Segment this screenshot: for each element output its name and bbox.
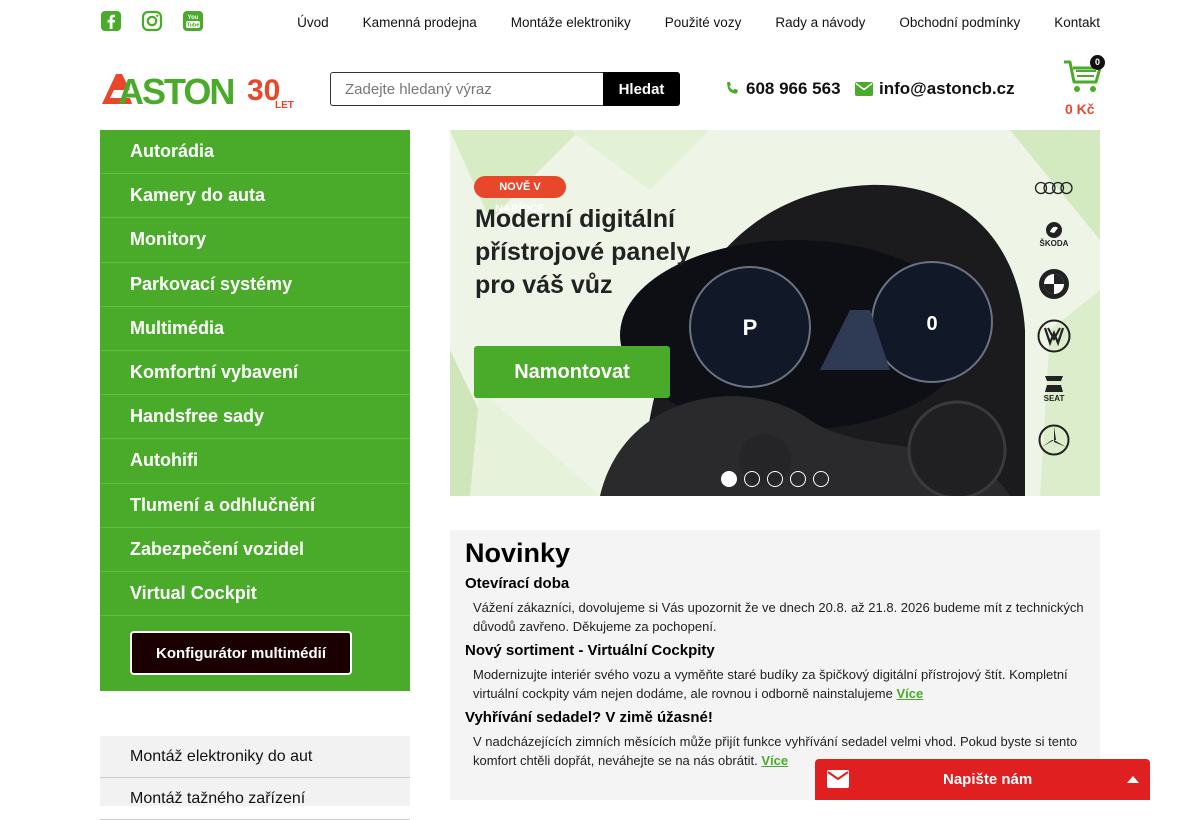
logo-anniversary-label: LET <box>275 100 294 110</box>
menu-item-tlumeni[interactable]: Tlumení a odhlučnění <box>100 484 410 528</box>
news-item-title: Nový sortiment - Virtuální Cockpity <box>465 642 715 659</box>
menu-item-autoradia[interactable]: Autorádia <box>100 130 410 175</box>
chat-label: Napište nám <box>943 771 1033 788</box>
email-address: info@astoncb.cz <box>879 79 1015 98</box>
slide-dot-1[interactable] <box>721 471 737 487</box>
news-item-title: Vyhřívání sedadel? V zimě úžasné! <box>465 709 713 726</box>
menu-item-zabezpeceni[interactable]: Zabezpečení vozidel <box>100 528 410 572</box>
chat-widget[interactable]: Napište nám <box>815 759 1150 800</box>
svg-text:0: 0 <box>926 313 937 335</box>
nav-pouzite-vozy[interactable]: Použité vozy <box>665 15 742 30</box>
cart-total[interactable]: 0 Kč <box>1065 101 1095 117</box>
nav-kamenna-prodejna[interactable]: Kamenná prodejna <box>363 15 477 30</box>
search-button[interactable]: Hledat <box>603 72 680 106</box>
new-offer-tag: NOVĚ V NABÍDCE <box>474 176 566 215</box>
svg-text:Tube: Tube <box>187 23 200 29</box>
phone-icon <box>727 81 738 94</box>
multimedia-configurator-button[interactable]: Konfigurátor multimédií <box>130 631 352 675</box>
svg-text:P: P <box>743 315 758 340</box>
instagram-icon[interactable] <box>141 10 163 32</box>
promo-banner[interactable]: P 0 NOVĚ V NABÍDCE Moderní digitální pří… <box>450 130 1100 496</box>
phone-number: 608 966 563 <box>746 79 841 98</box>
news-item-title: Otevírací doba <box>465 575 570 592</box>
menu-item-parkovaci-systemy[interactable]: Parkovací systémy <box>100 263 410 307</box>
cart-count-badge: 0 <box>1090 55 1105 70</box>
phone-contact[interactable]: 608 966 563 <box>724 79 841 99</box>
slide-dot-2[interactable] <box>744 471 760 487</box>
envelope-icon <box>827 770 849 788</box>
menu-item-handsfree-sady[interactable]: Handsfree sady <box>100 395 410 440</box>
chevron-up-icon[interactable] <box>1126 774 1140 784</box>
seat-logo-icon: SEAT <box>1032 368 1076 408</box>
skoda-label: ŠKODA <box>1039 238 1069 248</box>
banner-headline: Moderní digitální přístrojové panely pro… <box>475 205 691 299</box>
menu-item-komfortni-vybaveni[interactable]: Komfortní vybavení <box>100 351 410 396</box>
menu-item-autohifi[interactable]: Autohifi <box>100 439 410 484</box>
menu-item-multimedia[interactable]: Multimédia <box>100 307 410 351</box>
top-bar: You Tube Úvod Kamenná prodejna Montáže e… <box>0 0 1200 46</box>
bmw-logo-icon <box>1032 264 1076 304</box>
read-more-link[interactable]: Více <box>896 686 923 701</box>
news-title: Novinky <box>465 538 571 568</box>
news-item-text: Vážení zákazníci, dovolujeme si Vás upoz… <box>465 598 1085 636</box>
menu-item-montaz-tazneho[interactable]: Montáž tažného zařízení <box>100 778 410 820</box>
nav-uvod[interactable]: Úvod <box>297 15 329 30</box>
news-item-text: Modernizujte interiér svého vozu a vyměň… <box>465 665 1085 703</box>
news-item-body: Vážení zákazníci, dovolujeme si Vás upoz… <box>473 600 1084 634</box>
slide-dot-4[interactable] <box>790 471 806 487</box>
menu-item-monitory[interactable]: Monitory <box>100 218 410 263</box>
menu-item-kamery-do-auta[interactable]: Kamery do auta <box>100 174 410 219</box>
read-more-link[interactable]: Více <box>761 753 788 768</box>
svg-text:You: You <box>188 15 199 21</box>
category-menu: Autorádia Kamery do auta Monitory Parkov… <box>100 130 410 691</box>
search-bar: Hledat <box>330 72 680 106</box>
mercedes-logo-icon <box>1032 420 1076 460</box>
slide-dot-3[interactable] <box>767 471 783 487</box>
menu-item-virtual-cockpit[interactable]: Virtual Cockpit <box>100 572 410 617</box>
youtube-icon[interactable]: You Tube <box>182 10 204 32</box>
logo-text: ASTON <box>118 71 233 110</box>
nav-montaze-elektroniky[interactable]: Montáže elektroniky <box>511 15 631 30</box>
facebook-icon[interactable] <box>100 10 122 32</box>
nav-kontakt[interactable]: Kontakt <box>1054 15 1100 30</box>
menu-item-montaz-elektroniky[interactable]: Montáž elektroniky do aut <box>100 736 410 778</box>
seat-label: SEAT <box>1043 393 1065 403</box>
email-contact[interactable]: info@astoncb.cz <box>855 79 1015 99</box>
news-item-body: Modernizujte interiér svého vozu a vyměň… <box>473 667 1068 701</box>
nav-obchodni-podminky[interactable]: Obchodní podmínky <box>899 15 1020 30</box>
slide-dot-5[interactable] <box>813 471 829 487</box>
envelope-icon <box>855 82 873 96</box>
social-links: You Tube <box>100 10 204 32</box>
audi-logo-icon <box>1032 168 1076 208</box>
volkswagen-logo-icon <box>1032 316 1076 356</box>
top-navigation: Úvod Kamenná prodejna Montáže elektronik… <box>297 15 1100 30</box>
install-button[interactable]: Namontovat <box>474 346 670 398</box>
skoda-logo-icon: ŠKODA <box>1032 214 1076 254</box>
nav-rady-a-navody[interactable]: Rady a návody <box>775 15 865 30</box>
services-menu: Montáž elektroniky do aut Montáž tažného… <box>100 736 410 820</box>
slider-dots <box>721 471 829 487</box>
aston-logo[interactable]: ASTON 30 LET <box>100 70 300 110</box>
search-input[interactable] <box>330 72 603 106</box>
